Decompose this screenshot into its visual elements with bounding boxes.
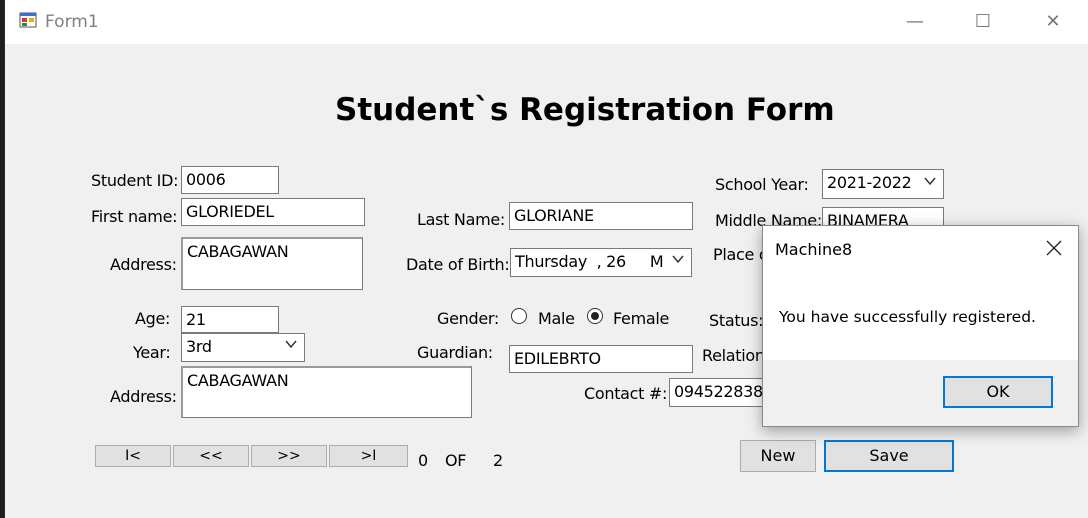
nav-last-button[interactable]: >I (329, 445, 408, 467)
app-form-icon (19, 12, 37, 28)
dob-label: Date of Birth: (406, 255, 510, 274)
contact-input[interactable]: 0945228381 (669, 378, 769, 407)
close-button[interactable]: ✕ (1031, 4, 1075, 40)
dialog-footer: OK (763, 360, 1078, 426)
gender-female-label: Female (613, 309, 670, 328)
year-select-value: 3rd (186, 337, 212, 356)
gender-male-radio[interactable] (511, 308, 527, 324)
minimize-icon: — (906, 11, 924, 32)
first-name-label: First name: (91, 207, 178, 226)
gender-male-label: Male (538, 309, 575, 328)
ok-button[interactable]: OK (943, 376, 1053, 408)
record-of-label: OF (445, 451, 467, 470)
window-title: Form1 (45, 12, 99, 32)
address-label: Address: (110, 255, 177, 274)
chevron-down-icon (924, 177, 936, 186)
guardian-input[interactable]: EDILEBRTO (509, 345, 693, 373)
maximize-button[interactable]: ☐ (961, 4, 1005, 40)
record-total: 2 (493, 451, 503, 470)
school-year-select-value: 2021-2022 (827, 173, 912, 192)
new-button[interactable]: New (740, 440, 816, 472)
age-label: Age: (135, 309, 171, 328)
radio-selected-dot (590, 311, 599, 320)
gender-label: Gender: (437, 309, 499, 328)
nav-next-button[interactable]: >> (251, 445, 327, 467)
place-of-birth-label: Place o (713, 245, 769, 264)
last-name-label: Last Name: (417, 210, 506, 229)
dialog-title: Machine8 (775, 240, 853, 259)
gender-female-radio[interactable] (587, 308, 603, 324)
student-id-input[interactable]: 0006 (181, 166, 279, 194)
nav-first-button[interactable]: I< (95, 445, 171, 467)
first-name-input[interactable]: GLORIEDEL (181, 198, 365, 226)
school-year-label: School Year: (715, 175, 809, 194)
school-year-select[interactable]: 2021-2022 (822, 169, 944, 199)
chevron-down-icon (285, 340, 297, 349)
contact-label: Contact #: (584, 384, 668, 403)
record-current: 0 (418, 451, 428, 470)
year-label: Year: (133, 343, 171, 362)
year-select[interactable]: 3rd (181, 333, 305, 362)
maximize-icon: ☐ (974, 11, 992, 32)
form-title: Student`s Registration Form (335, 92, 835, 128)
title-bar: Form1 — ☐ ✕ (5, 0, 1088, 44)
relation-label: Relation: (702, 346, 770, 365)
minimize-button[interactable]: — (893, 4, 937, 40)
close-icon: ✕ (1045, 11, 1061, 32)
message-dialog: Machine8 You have successfully registere… (762, 225, 1079, 427)
last-name-input[interactable]: GLORIANE (509, 202, 693, 230)
guardian-label: Guardian: (417, 343, 493, 362)
nav-prev-button[interactable]: << (173, 445, 249, 467)
dob-picker[interactable]: Thursday , 26 M (510, 248, 692, 277)
age-input[interactable]: 21 (181, 306, 279, 333)
address2-input[interactable]: CABAGAWAN (181, 366, 472, 418)
address2-label: Address: (110, 387, 177, 406)
chevron-down-icon (672, 255, 684, 264)
address-input[interactable]: CABAGAWAN (181, 237, 363, 290)
student-id-label: Student ID: (91, 171, 179, 190)
dob-picker-value: Thursday , 26 M (515, 252, 664, 271)
dialog-message: You have successfully registered. (779, 308, 1036, 326)
save-button[interactable]: Save (824, 440, 954, 472)
status-label: Status: (709, 311, 764, 330)
dialog-close-icon[interactable] (1042, 236, 1066, 260)
